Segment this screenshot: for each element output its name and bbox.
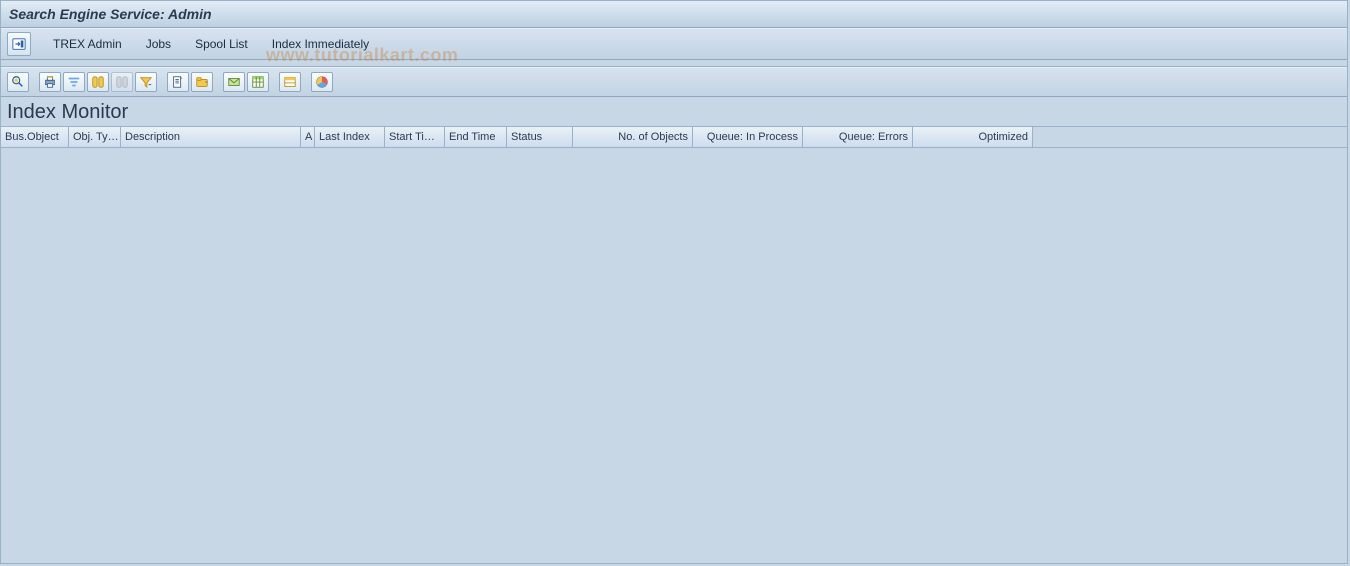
- details-icon[interactable]: [7, 72, 29, 92]
- local-file-icon[interactable]: [191, 72, 213, 92]
- filter-icon[interactable]: [63, 72, 85, 92]
- menu-trex-admin[interactable]: TREX Admin: [43, 33, 132, 55]
- graphic-icon[interactable]: [311, 72, 333, 92]
- spreadsheet-icon[interactable]: [247, 72, 269, 92]
- col-start-time[interactable]: Start Ti…: [385, 127, 445, 147]
- alv-toolbar: [1, 67, 1347, 97]
- col-end-time[interactable]: End Time: [445, 127, 507, 147]
- col-optimized[interactable]: Optimized: [913, 127, 1033, 147]
- col-no-of-objects[interactable]: No. of Objects: [573, 127, 693, 147]
- title-bar: Search Engine Service: Admin: [1, 1, 1347, 28]
- col-queue-in-process[interactable]: Queue: In Process: [693, 127, 803, 147]
- print-icon[interactable]: [39, 72, 61, 92]
- col-bus-object[interactable]: Bus.Object: [1, 127, 69, 147]
- set-filter-icon[interactable]: [135, 72, 157, 92]
- find-next-icon[interactable]: [111, 72, 133, 92]
- grid-header: Bus.Object Obj. Ty… Description A Last I…: [1, 126, 1347, 148]
- function-bar: TREX Admin Jobs Spool List Index Immedia…: [1, 28, 1347, 60]
- export-icon[interactable]: [167, 72, 189, 92]
- col-a[interactable]: A: [301, 127, 315, 147]
- col-queue-errors[interactable]: Queue: Errors: [803, 127, 913, 147]
- menu-spool-list[interactable]: Spool List: [185, 33, 258, 55]
- menu-jobs[interactable]: Jobs: [136, 33, 181, 55]
- mail-icon[interactable]: [223, 72, 245, 92]
- page-title: Search Engine Service: Admin: [9, 6, 212, 22]
- menu-index-immediately[interactable]: Index Immediately: [262, 33, 379, 55]
- layout-icon[interactable]: [279, 72, 301, 92]
- col-status[interactable]: Status: [507, 127, 573, 147]
- col-last-index[interactable]: Last Index: [315, 127, 385, 147]
- col-obj-type[interactable]: Obj. Ty…: [69, 127, 121, 147]
- app-window: Search Engine Service: Admin TREX Admin …: [0, 0, 1348, 564]
- section-heading: Index Monitor: [1, 97, 1347, 126]
- col-description[interactable]: Description: [121, 127, 301, 147]
- find-icon[interactable]: [87, 72, 109, 92]
- spacer: [1, 60, 1347, 67]
- execute-icon[interactable]: [7, 32, 31, 56]
